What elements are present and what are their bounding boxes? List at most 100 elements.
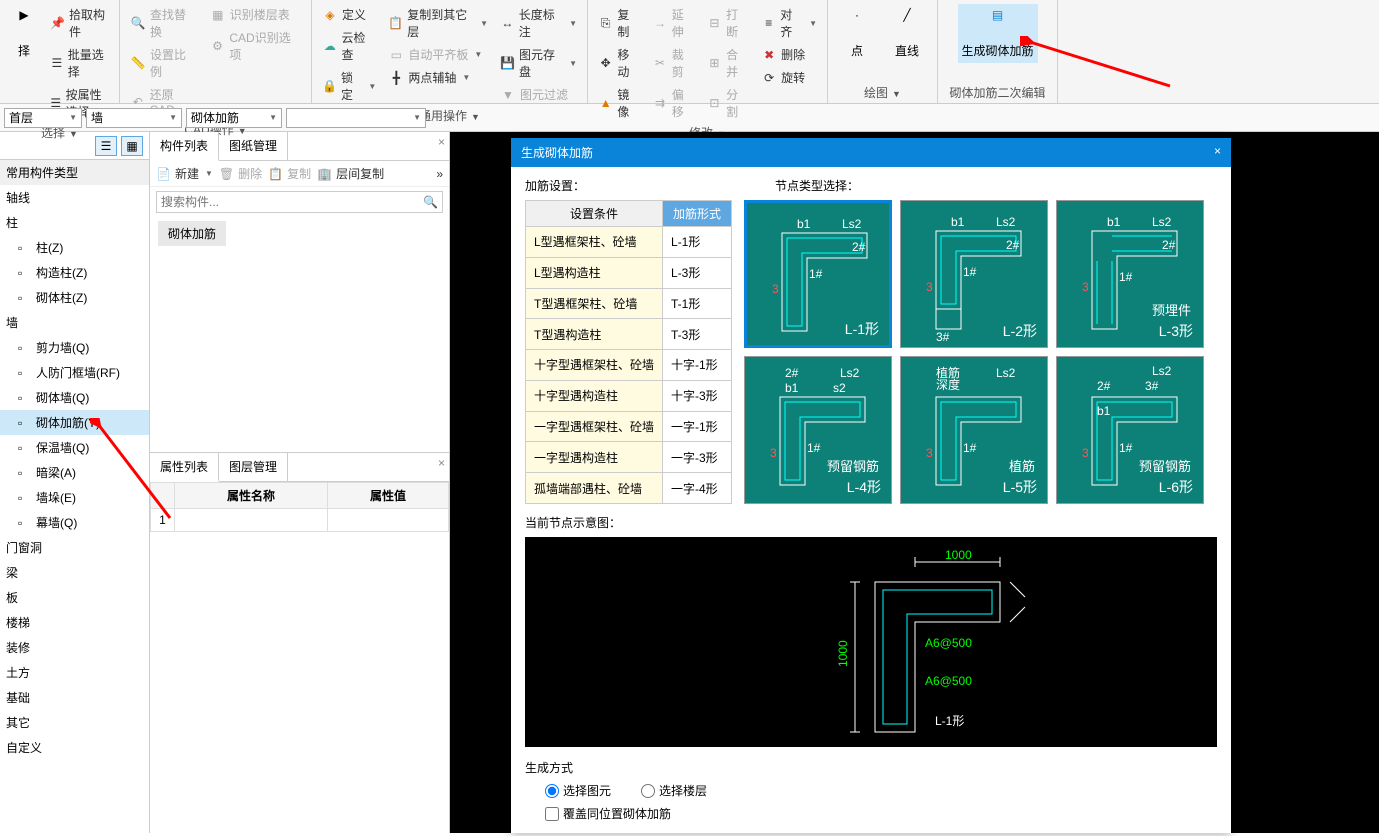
node-card-L-3形[interactable]: b1Ls22#1#3预埋件L-3形 xyxy=(1056,200,1204,348)
settings-row[interactable]: 一字型遇构造柱一字-3形 xyxy=(526,442,732,473)
tree-item[interactable]: ▫暗梁(A) xyxy=(0,460,149,485)
set-scale-button[interactable]: 📏设置比例 xyxy=(126,44,202,82)
category-combo[interactable]: 墙▼ xyxy=(86,108,182,128)
trim-button[interactable]: ✂裁剪 xyxy=(648,44,698,82)
tree-group[interactable]: 土方 xyxy=(0,660,149,685)
tree-group[interactable]: 门窗洞 xyxy=(0,535,149,560)
batch-select-button[interactable]: ☰批量选择 xyxy=(46,44,113,82)
tree-item[interactable]: ▫砌体柱(Z) xyxy=(0,285,149,310)
tree-group[interactable]: 梁 xyxy=(0,560,149,585)
length-dim-button[interactable]: ↔长度标注▼ xyxy=(496,4,581,42)
tree-item[interactable]: ▫柱(Z) xyxy=(0,235,149,260)
grid-view-button[interactable]: ▦ xyxy=(121,136,143,156)
line-button[interactable]: ╱ 直线 xyxy=(884,4,930,63)
more-button[interactable]: » xyxy=(436,167,443,181)
node-card-L-6形[interactable]: Ls22#3#b11#3预留钢筋L-6形 xyxy=(1056,356,1204,504)
tab-layer-manage[interactable]: 图层管理 xyxy=(219,453,288,481)
list-view-button[interactable]: ☰ xyxy=(95,136,117,156)
cad-options-button[interactable]: ⚙CAD识别选项 xyxy=(206,27,305,65)
rotate-button[interactable]: ⟳旋转 xyxy=(757,67,821,88)
dialog-header[interactable]: 生成砌体加筋 × xyxy=(511,138,1231,167)
tab-drawing-manage[interactable]: 图纸管理 xyxy=(219,132,288,160)
find-replace-button[interactable]: 🔍查找替换 xyxy=(126,4,202,42)
lock-button[interactable]: 🔒锁定▼ xyxy=(318,67,380,105)
auto-level-button[interactable]: ▭自动平齐板▼ xyxy=(384,44,492,65)
tree-item[interactable]: ▫人防门框墙(RF) xyxy=(0,360,149,385)
point-icon: · xyxy=(841,8,873,40)
tree-group[interactable]: 其它 xyxy=(0,710,149,735)
tree-group[interactable]: 基础 xyxy=(0,685,149,710)
pick-component-button[interactable]: 📌拾取构件 xyxy=(46,4,113,42)
settings-row[interactable]: T型遇构造柱T-3形 xyxy=(526,319,732,350)
copy-to-floor-button[interactable]: 📋复制到其它层▼ xyxy=(384,4,492,42)
tree-group[interactable]: 楼梯 xyxy=(0,610,149,635)
break-button[interactable]: ⊟打断 xyxy=(703,4,753,42)
tab-component-list[interactable]: 构件列表 xyxy=(150,132,219,161)
node-card-L-2形[interactable]: b1Ls22#1#33#L-2形 xyxy=(900,200,1048,348)
mid-copy-button[interactable]: 📋复制 xyxy=(268,165,311,182)
move-button[interactable]: ✥移动 xyxy=(594,44,644,82)
tree-group[interactable]: 墙 xyxy=(0,310,149,335)
floor-combo[interactable]: 首层▼ xyxy=(4,108,82,128)
save-element-button[interactable]: 💾图元存盘▼ xyxy=(496,44,581,82)
svg-text:2#: 2# xyxy=(1162,238,1176,252)
tree-item[interactable]: ▫保温墙(Q) xyxy=(0,435,149,460)
search-input[interactable] xyxy=(161,195,423,209)
tree-item[interactable]: ▫幕墙(Q) xyxy=(0,510,149,535)
mid-delete-button[interactable]: 🗑删除 xyxy=(219,165,262,182)
node-card-L-5形[interactable]: 植筋Ls2深度1#3植筋L-5形 xyxy=(900,356,1048,504)
define-button[interactable]: ◈定义 xyxy=(318,4,380,25)
tab-property-list[interactable]: 属性列表 xyxy=(150,453,219,482)
svg-text:b1: b1 xyxy=(1097,404,1111,418)
tree-item[interactable]: ▫砌体墙(Q) xyxy=(0,385,149,410)
tree-group[interactable]: 装修 xyxy=(0,635,149,660)
svg-text:3: 3 xyxy=(926,446,933,460)
point-button[interactable]: · 点 xyxy=(834,4,880,63)
instance-combo[interactable]: ▼ xyxy=(286,108,426,128)
tree-item[interactable]: ▫构造柱(Z) xyxy=(0,260,149,285)
generate-masonry-button[interactable]: ▤ 生成砌体加筋 xyxy=(958,4,1038,63)
offset-button[interactable]: ⇉偏移 xyxy=(648,84,698,122)
svg-text:Ls2: Ls2 xyxy=(1152,364,1172,378)
node-card-L-4形[interactable]: 2#Ls2b1s21#3预留钢筋L-4形 xyxy=(744,356,892,504)
floor-copy-button[interactable]: 🏢层间复制 xyxy=(317,165,384,182)
settings-row[interactable]: 一字型遇框架柱、砼墙一字-1形 xyxy=(526,411,732,442)
new-button[interactable]: 📄新建▼ xyxy=(156,165,213,182)
radio-select-floor[interactable]: 选择楼层 xyxy=(641,782,707,799)
align-button[interactable]: ≡对齐▼ xyxy=(757,4,821,42)
tree-item[interactable]: ▫剪力墙(Q) xyxy=(0,335,149,360)
dialog-close-button[interactable]: × xyxy=(1214,144,1221,161)
floor-table-button[interactable]: ▦识别楼层表 xyxy=(206,4,305,25)
component-combo[interactable]: 砌体加筋▼ xyxy=(186,108,282,128)
settings-row[interactable]: L型遇构造柱L-3形 xyxy=(526,257,732,288)
panel-close-button[interactable]: × xyxy=(438,135,445,149)
settings-row[interactable]: 十字型遇构造柱十字-3形 xyxy=(526,380,732,411)
checkbox-overwrite[interactable]: 覆盖同位置砌体加筋 xyxy=(545,805,1217,822)
tree-group[interactable]: 柱 xyxy=(0,210,149,235)
select-big-button[interactable]: ▶ 择 xyxy=(6,4,42,122)
tree-group[interactable]: 板 xyxy=(0,585,149,610)
search-icon[interactable]: 🔍 xyxy=(423,195,438,209)
node-card-L-1形[interactable]: b1Ls22#1#3L-1形 xyxy=(744,200,892,348)
split-button[interactable]: ⊡分割 xyxy=(703,84,753,122)
cloud-check-button[interactable]: ☁云检查 xyxy=(318,27,380,65)
settings-row[interactable]: L型遇框架柱、砼墙L-1形 xyxy=(526,227,732,258)
settings-row[interactable]: 十字型遇框架柱、砼墙十字-1形 xyxy=(526,350,732,381)
tree-item[interactable]: ▫砌体加筋(Y) xyxy=(0,410,149,435)
tree-group[interactable]: 轴线 xyxy=(0,185,149,210)
radio-select-element[interactable]: 选择图元 xyxy=(545,782,611,799)
delete-button[interactable]: ✖删除 xyxy=(757,44,821,65)
search-box[interactable]: 🔍 xyxy=(156,191,443,213)
merge-button[interactable]: ⊞合并 xyxy=(703,44,753,82)
tree-group[interactable]: 自定义 xyxy=(0,735,149,760)
element-filter-button[interactable]: ▼图元过滤 xyxy=(496,84,581,105)
two-point-axis-button[interactable]: ╋两点辅轴▼ xyxy=(384,67,492,88)
tree-item[interactable]: ▫墙垛(E) xyxy=(0,485,149,510)
component-chip[interactable]: 砌体加筋 xyxy=(158,221,226,246)
settings-row[interactable]: T型遇框架柱、砼墙T-1形 xyxy=(526,288,732,319)
settings-row[interactable]: 孤墙端部遇柱、砼墙一字-4形 xyxy=(526,473,732,504)
extend-button[interactable]: →延伸 xyxy=(648,4,698,42)
prop-panel-close[interactable]: × xyxy=(438,456,445,470)
mirror-button[interactable]: ▲镜像 xyxy=(594,84,644,122)
copy-button[interactable]: ⎘复制 xyxy=(594,4,644,42)
